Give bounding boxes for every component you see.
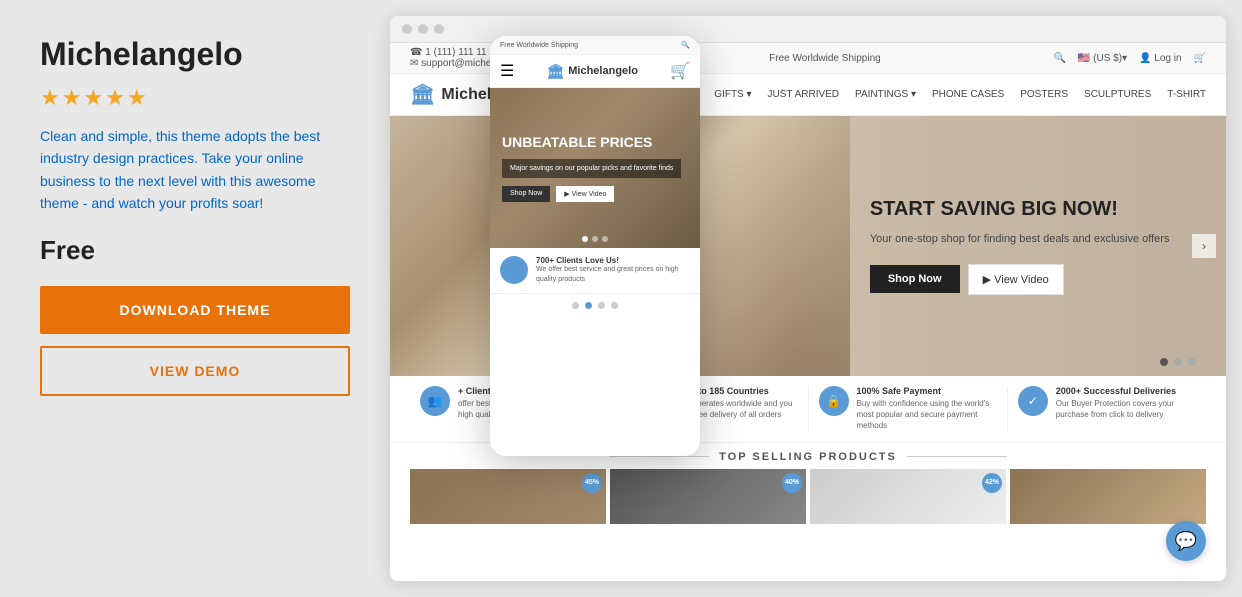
mobile-feature-text: 700+ Clients Love Us! We offer best serv…	[536, 256, 690, 285]
hero-carousel-dots	[1160, 358, 1196, 366]
feature-payment-title: 100% Safe Payment	[857, 386, 997, 396]
mobile-logo-text: Michelangelo	[568, 65, 638, 77]
mobile-logo-icon: 🏛	[546, 63, 564, 80]
mobile-feature-desc: We offer best service and great prices o…	[536, 265, 690, 285]
feature-payment-text: 100% Safe Payment Buy with confidence us…	[857, 386, 997, 432]
feature-delivery-title: 2000+ Successful Deliveries	[1056, 386, 1196, 396]
product-badge-1: 45%	[582, 473, 602, 493]
mobile-hero-buttons: Shop Now ▶ View Video	[502, 186, 681, 202]
mobile-dot-1[interactable]	[582, 236, 588, 242]
mobile-topbar: Free Worldwide Shipping 🔍	[490, 36, 700, 55]
nav-sculptures[interactable]: SCULPTURES	[1084, 89, 1151, 100]
store-menu: GIFTS ▾ JUST ARRIVED PAINTINGS ▾ PHONE C…	[714, 89, 1206, 100]
clients-icon: 👥	[420, 386, 450, 416]
nav-tshirt[interactable]: T-SHIRT	[1167, 89, 1206, 100]
mobile-shipping-text: Free Worldwide Shipping	[500, 42, 578, 49]
hero-headline: START SAVING BIG NOW!	[870, 197, 1196, 221]
hero-dot-3[interactable]	[1188, 358, 1196, 366]
search-icon[interactable]: 🔍	[1053, 53, 1065, 64]
mobile-bottom-dot-1[interactable]	[572, 302, 579, 309]
nav-phone-cases[interactable]: PHONE CASES	[932, 89, 1004, 100]
nav-paintings[interactable]: PAINTINGS ▾	[855, 89, 916, 100]
hero-view-video-button[interactable]: ▶ View Video	[968, 264, 1064, 295]
browser-dot-red	[402, 24, 412, 34]
mobile-search-icon[interactable]: 🔍	[681, 41, 690, 49]
delivery-icon: ✓	[1018, 386, 1048, 416]
mobile-hero-desc: Major savings on our popular picks and f…	[502, 159, 681, 178]
mobile-dot-3[interactable]	[602, 236, 608, 242]
mobile-bottom-dots	[490, 294, 700, 317]
hero-next-arrow[interactable]: ›	[1192, 234, 1216, 258]
hero-shop-now-button[interactable]: Shop Now	[870, 265, 960, 293]
mobile-overlay: Free Worldwide Shipping 🔍 ☰ 🏛 Michelange…	[490, 36, 700, 456]
mobile-view-video-button[interactable]: ▶ View Video	[556, 186, 614, 202]
nav-just-arrived[interactable]: JUST ARRIVED	[768, 89, 840, 100]
hero-text-area: START SAVING BIG NOW! Your one-stop shop…	[850, 116, 1226, 376]
store-topbar-right: 🔍 🇺🇸 (US $)▾ 👤 Log in 🛒	[1053, 53, 1206, 64]
mobile-feature-icon	[500, 256, 528, 284]
logo-figure-icon: 🏛	[410, 82, 435, 107]
feature-delivery-text: 2000+ Successful Deliveries Our Buyer Pr…	[1056, 386, 1196, 420]
chat-bubble-button[interactable]: 💬	[1166, 521, 1206, 561]
payment-icon: 🔒	[819, 386, 849, 416]
mobile-bottom-dot-3[interactable]	[598, 302, 605, 309]
mobile-bottom-dot-4[interactable]	[611, 302, 618, 309]
hero-dot-1[interactable]	[1160, 358, 1168, 366]
download-theme-button[interactable]: DOWNLOAD THEME	[40, 286, 350, 334]
right-panel: ☎ 1 (111) 111 11 11 ✉ support@michelange…	[390, 0, 1242, 597]
feature-payment-desc: Buy with confidence using the world's mo…	[857, 398, 997, 432]
mobile-hero-text: UNBEATABLE PRICES Major savings on our p…	[502, 134, 681, 202]
hero-dot-2[interactable]	[1174, 358, 1182, 366]
price-label: Free	[40, 235, 350, 266]
browser-dot-yellow	[418, 24, 428, 34]
product-thumb-3[interactable]: 42%	[810, 469, 1006, 524]
mobile-hero: UNBEATABLE PRICES Major savings on our p…	[490, 88, 700, 248]
mobile-hero-dots	[582, 236, 608, 242]
mobile-feature-title: 700+ Clients Love Us!	[536, 256, 690, 265]
mobile-shop-now-button[interactable]: Shop Now	[502, 186, 550, 202]
mobile-dot-2[interactable]	[592, 236, 598, 242]
theme-title: Michelangelo	[40, 36, 350, 73]
left-panel: Michelangelo ★★★★★ Clean and simple, thi…	[0, 0, 390, 597]
theme-description: Clean and simple, this theme adopts the …	[40, 125, 350, 215]
flag-selector[interactable]: 🇺🇸 (US $)▾	[1078, 53, 1127, 64]
browser-window: ☎ 1 (111) 111 11 11 ✉ support@michelange…	[390, 16, 1226, 581]
hero-buttons: Shop Now ▶ View Video	[870, 264, 1196, 295]
feature-payment: 🔒 100% Safe Payment Buy with confidence …	[809, 386, 1008, 432]
browser-dot-green	[434, 24, 444, 34]
mobile-hero-headline: UNBEATABLE PRICES	[502, 134, 681, 151]
view-demo-button[interactable]: VIEW DEMO	[40, 346, 350, 396]
mobile-bottom-dot-2[interactable]	[585, 302, 592, 309]
hero-subtext: Your one-stop shop for finding best deal…	[870, 231, 1196, 248]
product-badge-3: 42%	[982, 473, 1002, 493]
login-link[interactable]: 👤 Log in	[1139, 53, 1181, 64]
product-thumb-2[interactable]: 40%	[610, 469, 806, 524]
feature-delivery-desc: Our Buyer Protection covers your purchas…	[1056, 398, 1196, 420]
product-row: 45% 40% 42%	[410, 469, 1206, 524]
product-badge-2: 40%	[782, 473, 802, 493]
mobile-cart-icon[interactable]: 🛒	[670, 61, 690, 81]
product-thumb-1[interactable]: 45%	[410, 469, 606, 524]
star-rating: ★★★★★	[40, 85, 350, 111]
mobile-nav: ☰ 🏛 Michelangelo 🛒	[490, 55, 700, 88]
product-thumb-4[interactable]	[1010, 469, 1206, 524]
mobile-feature-item: 700+ Clients Love Us! We offer best serv…	[490, 248, 700, 294]
mobile-menu-icon[interactable]: ☰	[500, 61, 514, 81]
mobile-logo: 🏛 Michelangelo	[546, 63, 637, 80]
nav-gifts[interactable]: GIFTS ▾	[714, 89, 751, 100]
feature-delivery: ✓ 2000+ Successful Deliveries Our Buyer …	[1008, 386, 1206, 432]
store-shipping-text: Free Worldwide Shipping	[769, 53, 881, 64]
cart-icon[interactable]: 🛒	[1194, 53, 1206, 64]
nav-posters[interactable]: POSTERS	[1020, 89, 1068, 100]
